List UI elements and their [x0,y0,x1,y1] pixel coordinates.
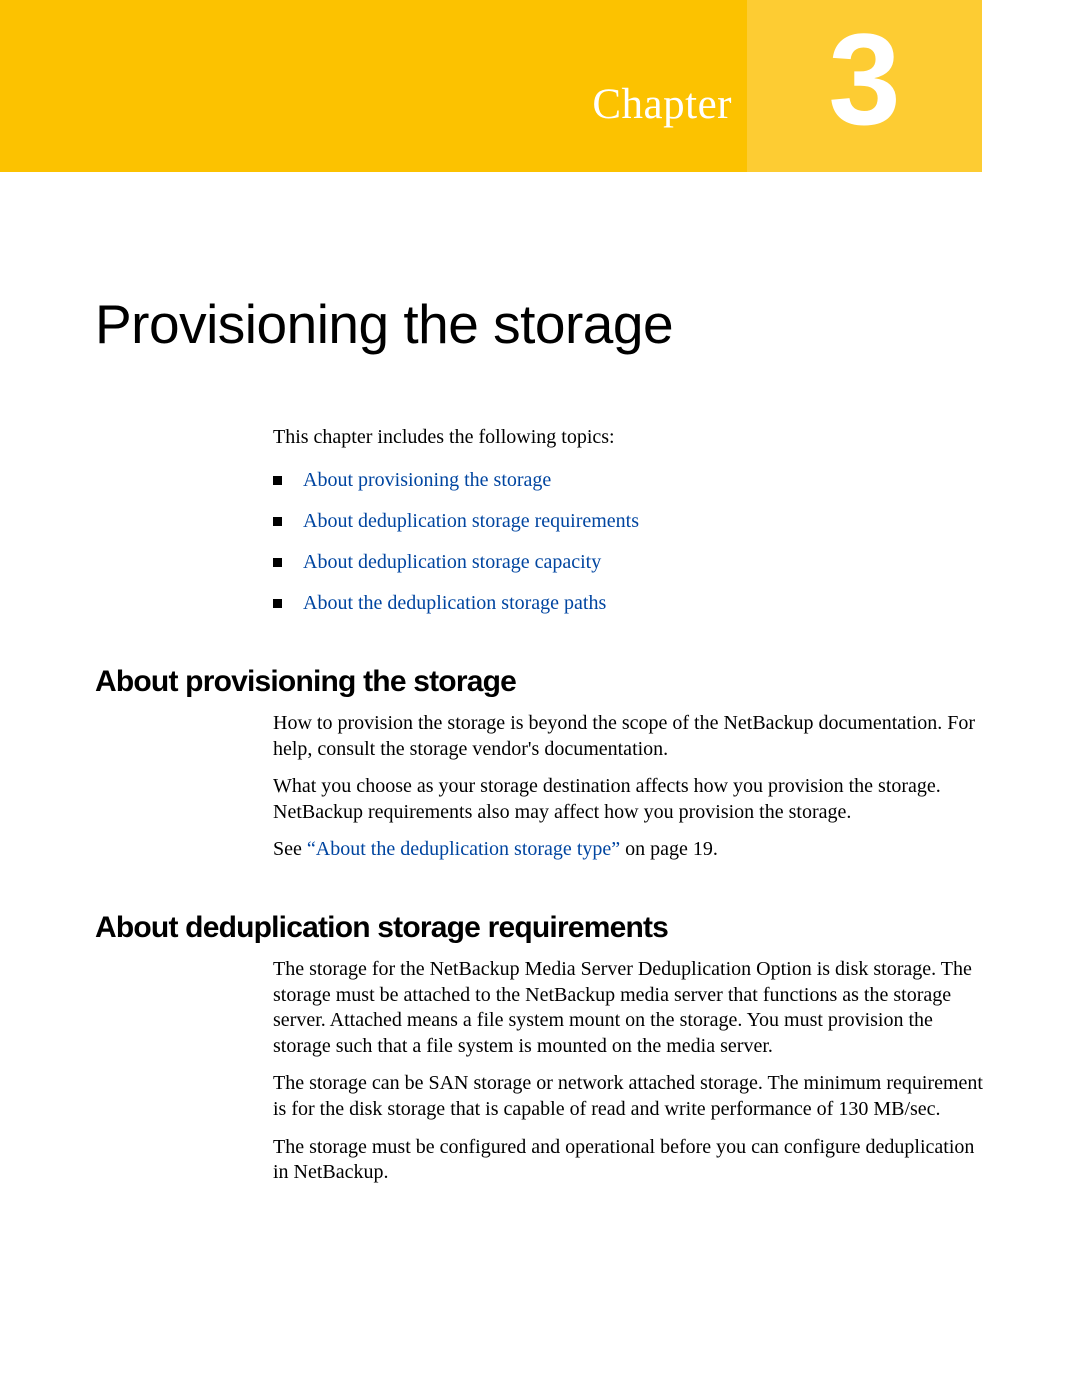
body-paragraph: How to provision the storage is beyond t… [273,711,993,762]
page-title: Provisioning the storage [95,292,1080,356]
body-paragraph: The storage must be configured and opera… [273,1135,993,1186]
topic-item: About the deduplication storage paths [273,590,973,617]
body-paragraph: The storage for the NetBackup Media Serv… [273,957,993,1059]
section-body-provisioning: How to provision the storage is beyond t… [273,711,993,863]
topic-item: About deduplication storage capacity [273,549,973,576]
intro-text: This chapter includes the following topi… [273,426,1080,449]
topic-link[interactable]: About deduplication storage requirements [303,510,639,532]
document-page: Chapter 3 Provisioning the storage This … [0,0,1080,1388]
body-paragraph: What you choose as your storage destinat… [273,774,993,825]
body-paragraph: The storage can be SAN storage or networ… [273,1071,993,1122]
see-suffix: on page 19. [620,838,718,860]
topic-item: About deduplication storage requirements [273,508,973,535]
topic-item: About provisioning the storage [273,467,973,494]
see-prefix: See [273,838,307,860]
see-link[interactable]: “About the deduplication storage type” [307,838,620,860]
chapter-label: Chapter [0,80,732,129]
topic-link[interactable]: About the deduplication storage paths [303,592,606,614]
topic-link[interactable]: About deduplication storage capacity [303,551,601,573]
chapter-number: 3 [747,0,982,172]
topic-link[interactable]: About provisioning the storage [303,469,551,491]
topic-list: About provisioning the storage About ded… [273,467,973,617]
chapter-banner: Chapter 3 [0,0,1080,172]
section-heading-provisioning: About provisioning the storage [95,665,1080,699]
page-content: Provisioning the storage This chapter in… [0,172,1080,1198]
section-body-requirements: The storage for the NetBackup Media Serv… [273,957,993,1186]
see-reference: See “About the deduplication storage typ… [273,837,993,863]
section-heading-requirements: About deduplication storage requirements [95,911,1080,945]
